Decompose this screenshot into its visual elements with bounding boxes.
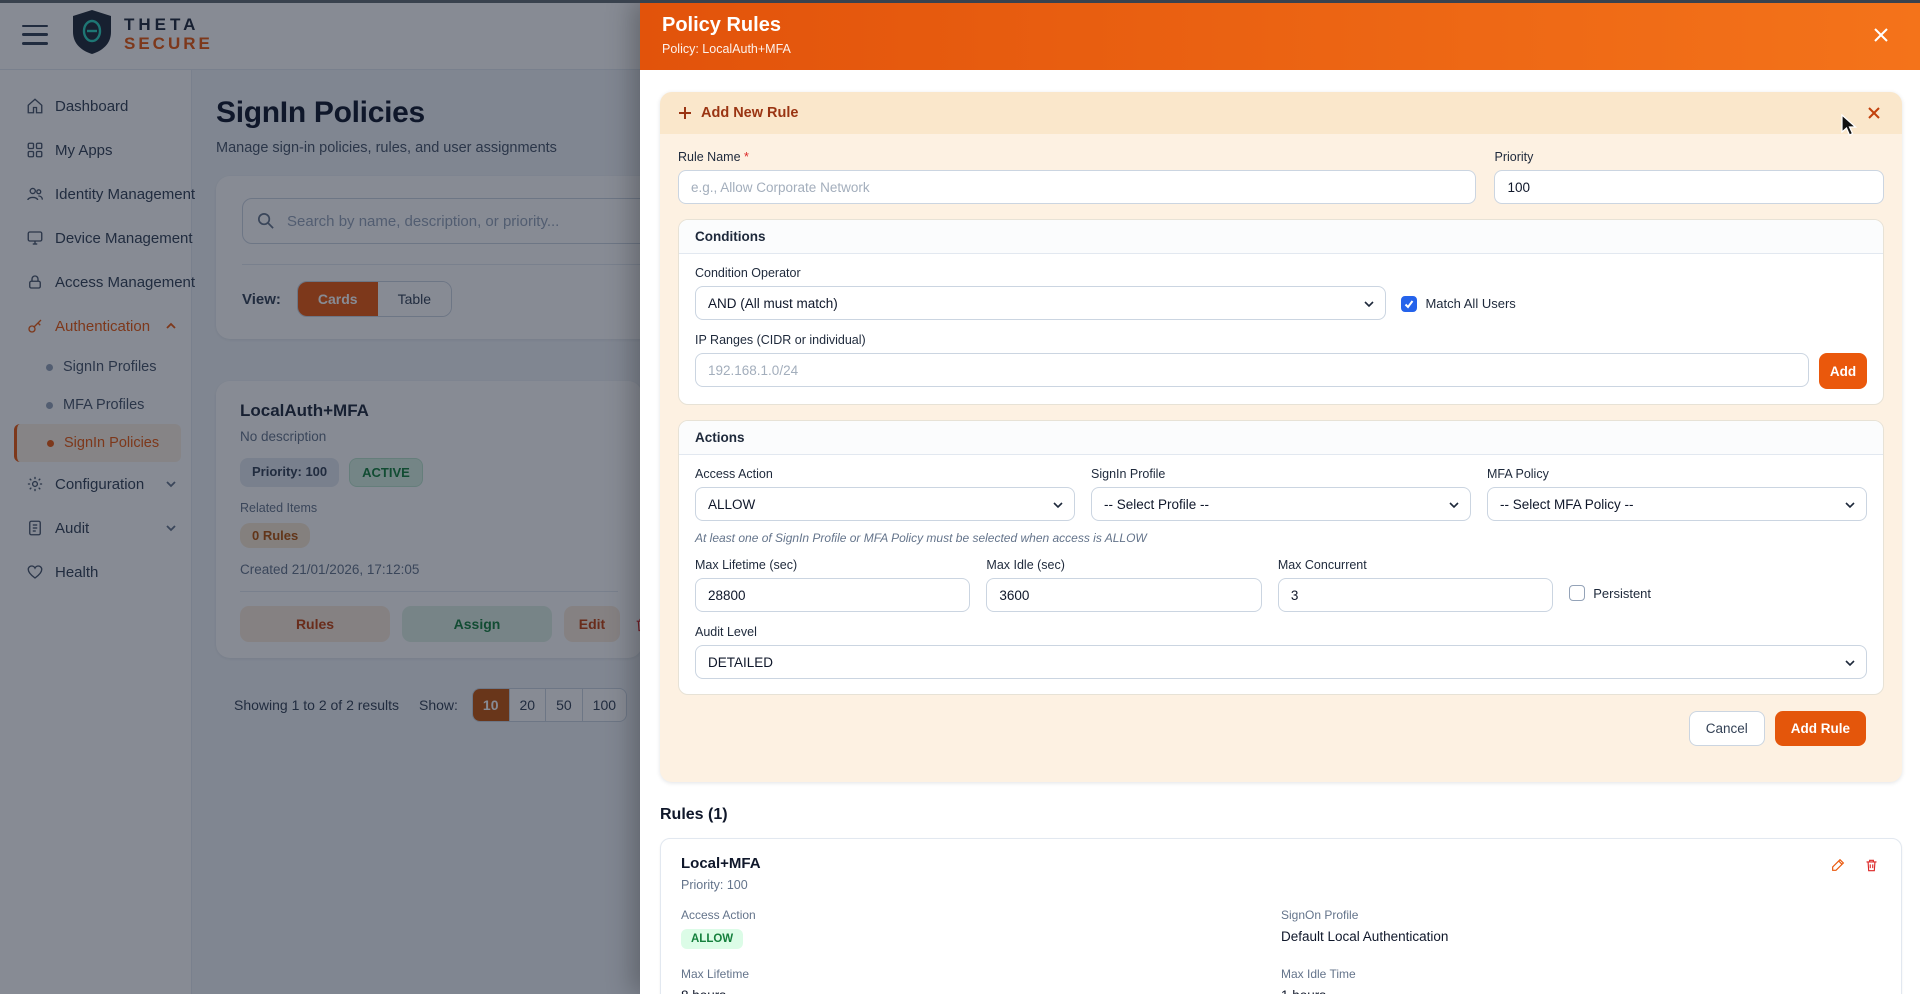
add-rule-close-button[interactable] (1864, 103, 1884, 123)
audit-level-select[interactable]: DETAILED (695, 645, 1867, 679)
chevron-down-icon (1053, 502, 1063, 509)
actions-section: Actions Access Action ALLOW SignIn Profi… (678, 420, 1884, 695)
required-mark: * (744, 150, 749, 164)
rule-max-idle-value: 1 hours (1281, 988, 1881, 994)
signin-profile-select[interactable]: -- Select Profile -- (1091, 487, 1471, 521)
rule-access-action-label: Access Action (681, 908, 756, 922)
add-ip-button[interactable]: Add (1819, 353, 1867, 389)
rule-name-input[interactable] (678, 170, 1477, 204)
rule-priority: Priority: 100 (681, 878, 748, 892)
policy-rules-drawer: Policy Rules Policy: LocalAuth+MFA Add N… (640, 0, 1920, 994)
audit-level-label: Audit Level (695, 625, 757, 639)
drawer-close-button[interactable] (1868, 22, 1894, 48)
cancel-button[interactable]: Cancel (1688, 711, 1765, 746)
rule-card: Local+MFA Priority: 100 Access Action AL… (660, 838, 1902, 994)
plus-icon (679, 107, 691, 119)
rule-name: Local+MFA (681, 855, 761, 872)
drawer-body: Add New Rule Rule Name * Priority (640, 70, 1920, 994)
window-top-edge (0, 0, 1920, 3)
priority-input[interactable] (1494, 170, 1884, 204)
trash-icon (1866, 859, 1877, 872)
add-rule-title: Add New Rule (701, 105, 799, 121)
access-action-select[interactable]: ALLOW (695, 487, 1075, 521)
allow-requirement-note: At least one of SignIn Profile or MFA Po… (695, 531, 1147, 545)
rule-signon-profile-value: Default Local Authentication (1281, 929, 1449, 944)
close-icon (1868, 107, 1880, 119)
rule-name-label: Rule Name * (678, 150, 749, 164)
rule-max-idle-label: Max Idle Time (1281, 967, 1356, 981)
ip-ranges-input[interactable] (695, 353, 1809, 387)
mfa-policy-select[interactable]: -- Select MFA Policy -- (1487, 487, 1867, 521)
drawer-header: Policy Rules Policy: LocalAuth+MFA (640, 0, 1920, 70)
conditions-section: Conditions Condition Operator AND (All m… (678, 219, 1884, 405)
access-action-label: Access Action (695, 467, 773, 481)
max-lifetime-label: Max Lifetime (sec) (695, 558, 798, 572)
delete-rule-button[interactable] (1862, 855, 1881, 875)
chevron-down-icon (1449, 502, 1459, 509)
rule-access-action-badge: ALLOW (681, 929, 744, 949)
edit-pencil-icon (1832, 858, 1845, 871)
rule-max-lifetime-label: Max Lifetime (681, 967, 750, 981)
persistent-checkbox[interactable] (1569, 585, 1586, 601)
chevron-down-icon (1845, 502, 1855, 509)
match-all-users-checkbox[interactable] (1401, 295, 1418, 312)
max-idle-input[interactable] (986, 578, 1262, 612)
priority-label: Priority (1494, 150, 1534, 164)
max-concurrent-input[interactable] (1277, 578, 1554, 612)
close-icon (1874, 28, 1888, 42)
conditions-title: Conditions (679, 220, 1883, 254)
actions-title: Actions (679, 421, 1883, 455)
rules-heading: Rules (1) (660, 806, 728, 823)
add-rule-panel: Add New Rule Rule Name * Priority (660, 92, 1902, 782)
signin-profile-label: SignIn Profile (1091, 467, 1166, 481)
max-concurrent-label: Max Concurrent (1277, 558, 1367, 572)
match-all-users-label: Match All Users (1425, 296, 1516, 311)
add-rule-header: Add New Rule (660, 92, 1902, 134)
ip-ranges-label: IP Ranges (CIDR or individual) (695, 333, 866, 347)
edit-rule-button[interactable] (1828, 855, 1848, 875)
rule-max-lifetime-value: 8 hours (681, 988, 1281, 994)
chevron-down-icon (1845, 660, 1855, 667)
mfa-policy-label: MFA Policy (1487, 467, 1549, 481)
check-icon (1405, 299, 1414, 309)
drawer-subtitle: Policy: LocalAuth+MFA (662, 42, 791, 56)
drawer-title: Policy Rules (662, 14, 781, 36)
rule-signon-profile-label: SignOn Profile (1281, 908, 1359, 922)
add-rule-button[interactable]: Add Rule (1774, 711, 1866, 746)
max-idle-label: Max Idle (sec) (986, 558, 1065, 572)
persistent-label: Persistent (1593, 585, 1652, 601)
chevron-down-icon (1364, 301, 1375, 308)
condition-operator-select[interactable]: AND (All must match) (695, 286, 1387, 320)
max-lifetime-input[interactable] (695, 578, 971, 612)
condition-operator-label: Condition Operator (695, 266, 801, 280)
